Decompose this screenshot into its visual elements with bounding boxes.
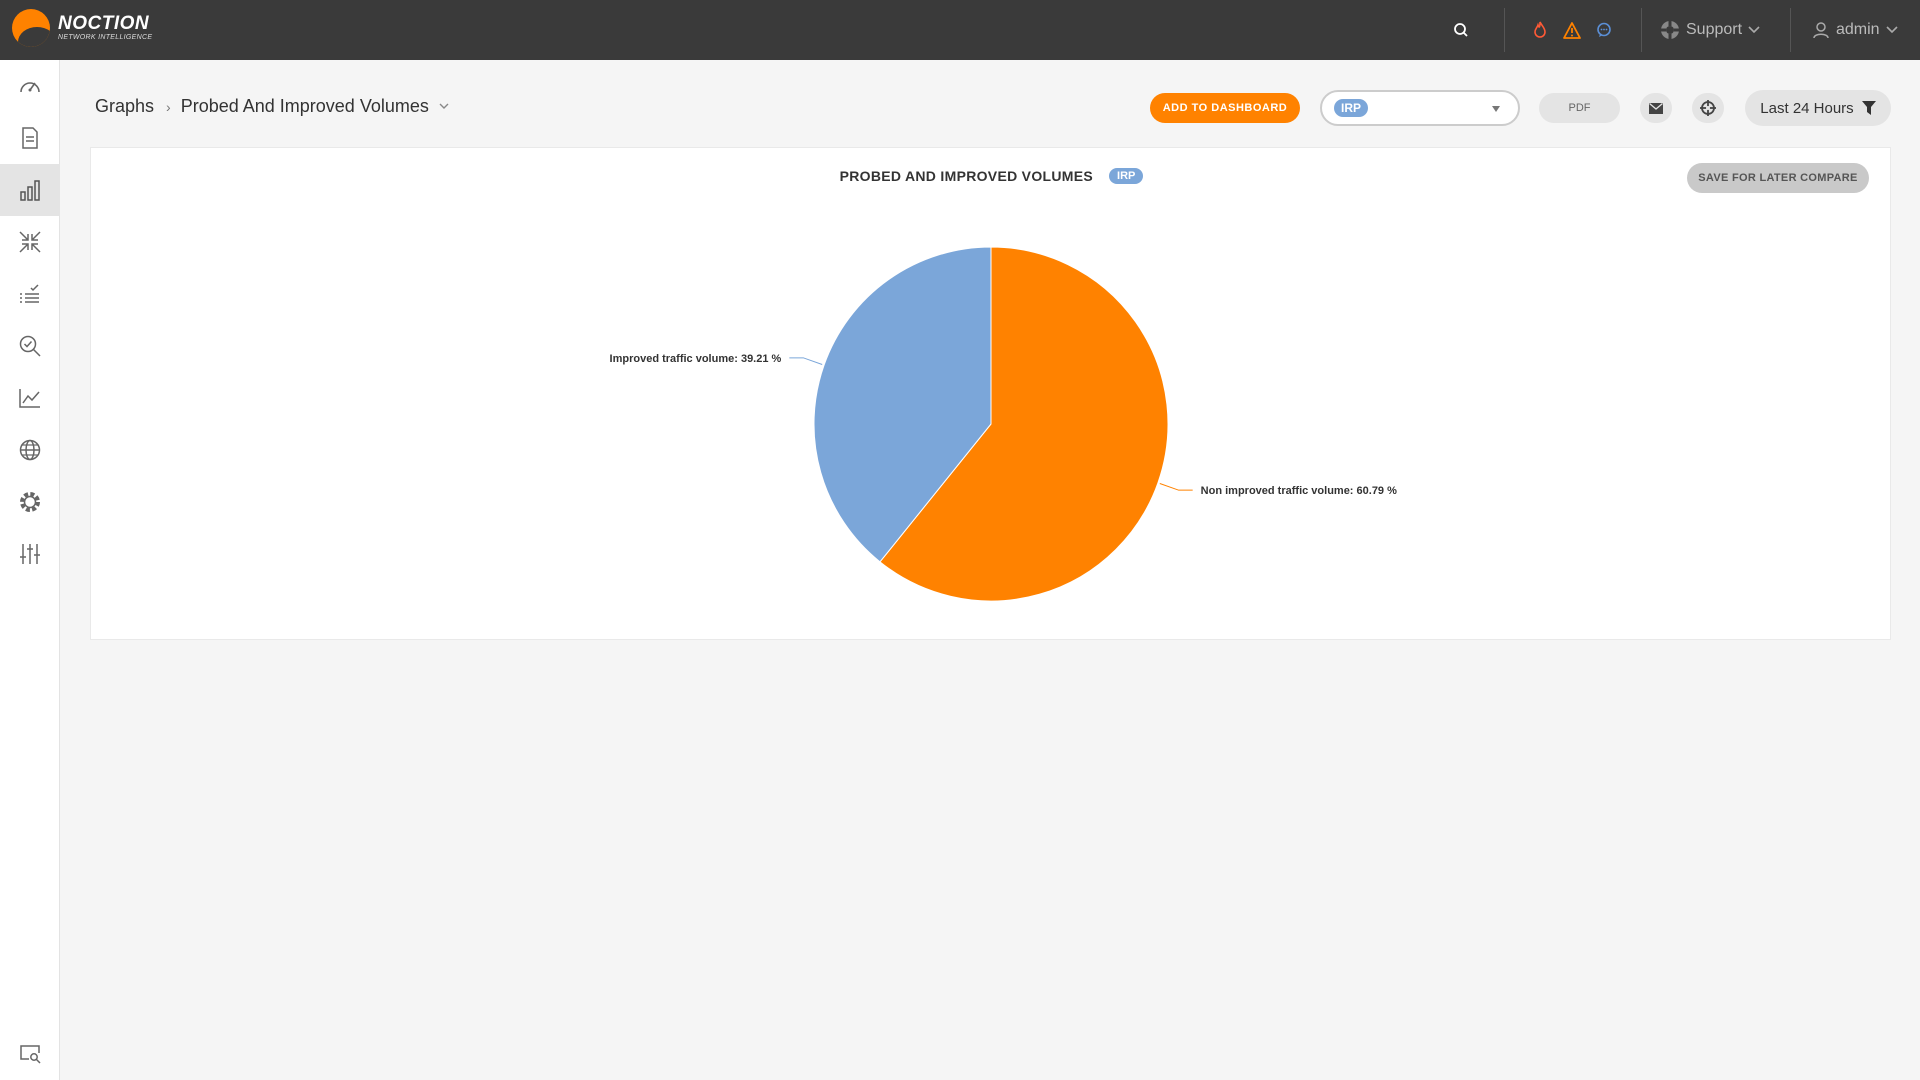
sidebar-item-reports[interactable] bbox=[0, 112, 60, 164]
sidebar-item-global[interactable] bbox=[0, 424, 60, 476]
logo-tagline: NETWORK INTELLIGENCE bbox=[58, 34, 153, 41]
sidebar-item-settings[interactable] bbox=[0, 476, 60, 528]
chart-title-row: PROBED AND IMPROVED VOLUMES IRP bbox=[91, 168, 1892, 184]
save-for-later-compare-button[interactable]: SAVE FOR LATER COMPARE bbox=[1687, 163, 1869, 193]
user-icon bbox=[1813, 22, 1829, 39]
time-range-button[interactable]: Last 24 Hours bbox=[1745, 90, 1891, 126]
pdf-button[interactable]: PDF bbox=[1539, 93, 1620, 123]
sidebar-item-statistics[interactable] bbox=[0, 372, 60, 424]
chevron-down-icon[interactable] bbox=[439, 103, 449, 110]
support-icon bbox=[1661, 21, 1679, 39]
chart-title: PROBED AND IMPROVED VOLUMES bbox=[839, 168, 1094, 184]
top-bar: NOCTION NETWORK INTELLIGENCE Support adm… bbox=[0, 0, 1920, 60]
sidebar-item-dashboard[interactable] bbox=[0, 60, 60, 112]
sidebar-item-configuration[interactable] bbox=[0, 528, 60, 580]
chart-panel: Non improved traffic volume: 60.79 % Impr… bbox=[90, 147, 1891, 640]
chevron-down-icon bbox=[1748, 26, 1760, 34]
envelope-icon bbox=[1649, 102, 1663, 114]
sidebar bbox=[0, 60, 60, 1080]
breadcrumb: Graphs › Probed And Improved Volumes bbox=[95, 96, 449, 117]
flame-icon[interactable] bbox=[1528, 18, 1552, 42]
graphs-icon bbox=[20, 180, 40, 201]
sidebar-item-events[interactable] bbox=[0, 268, 60, 320]
monitor-search-icon bbox=[20, 1045, 41, 1064]
chart-title-tag: IRP bbox=[1109, 168, 1144, 184]
sidebar-item-improvements[interactable] bbox=[0, 216, 60, 268]
chevron-down-icon bbox=[1886, 26, 1898, 34]
search-check-icon bbox=[19, 335, 41, 357]
gear-icon bbox=[20, 492, 40, 512]
dropdown-arrow-icon bbox=[1492, 106, 1500, 112]
search-icon[interactable] bbox=[1449, 18, 1473, 42]
crosshair-icon bbox=[1700, 100, 1716, 116]
page-title[interactable]: Probed And Improved Volumes bbox=[181, 96, 429, 117]
user-label: admin bbox=[1836, 21, 1880, 38]
filter-icon bbox=[1861, 101, 1876, 115]
slice-connector-line bbox=[1159, 483, 1193, 491]
warning-icon[interactable] bbox=[1560, 18, 1584, 42]
reports-icon bbox=[22, 127, 38, 149]
slice-connector-line bbox=[789, 357, 823, 365]
topbar-divider bbox=[1504, 8, 1505, 52]
events-icon bbox=[20, 284, 39, 303]
support-label: Support bbox=[1686, 21, 1743, 38]
user-menu[interactable]: admin bbox=[1812, 0, 1898, 60]
slice-data-label: Non improved traffic volume: 60.79 % bbox=[1201, 485, 1397, 497]
time-range-label: Last 24 Hours bbox=[1760, 99, 1854, 117]
add-to-dashboard-button[interactable]: ADD TO DASHBOARD bbox=[1150, 93, 1300, 123]
logo-name: NOCTION bbox=[58, 13, 150, 34]
chat-icon[interactable] bbox=[1592, 18, 1616, 42]
logo-icon bbox=[12, 9, 50, 47]
slice-data-label: Improved traffic volume: 39.21 % bbox=[610, 353, 782, 365]
sidebar-item-search[interactable] bbox=[0, 320, 60, 372]
breadcrumb-graphs[interactable]: Graphs bbox=[95, 96, 154, 117]
irp-select[interactable]: IRP bbox=[1320, 90, 1520, 126]
chevron-right-icon: › bbox=[166, 98, 171, 115]
sidebar-item-monitor[interactable] bbox=[0, 1028, 60, 1080]
pie-chart: Non improved traffic volume: 60.79 % Impr… bbox=[610, 246, 1397, 602]
topbar-divider bbox=[1641, 8, 1642, 52]
dashboard-icon bbox=[20, 82, 40, 93]
globe-icon bbox=[19, 439, 41, 461]
support-menu[interactable]: Support bbox=[1660, 0, 1760, 60]
topbar-divider bbox=[1790, 8, 1791, 52]
email-button[interactable] bbox=[1640, 93, 1672, 123]
sidebar-item-graphs[interactable] bbox=[0, 164, 60, 216]
crosshair-button[interactable] bbox=[1692, 93, 1724, 123]
improvements-icon bbox=[19, 231, 41, 253]
noction-logo[interactable]: NOCTION NETWORK INTELLIGENCE bbox=[12, 9, 152, 47]
select-value-tag: IRP bbox=[1334, 99, 1369, 117]
statistics-icon bbox=[19, 389, 40, 408]
sliders-icon bbox=[20, 544, 40, 564]
